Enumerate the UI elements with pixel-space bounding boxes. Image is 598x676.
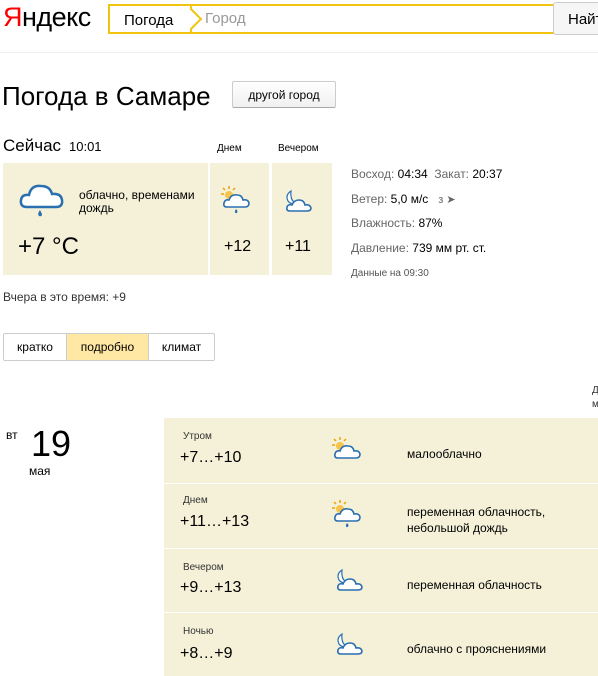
page-title: Погода в Самаре [2, 81, 211, 111]
forecast-tabs: кратко подробно климат [3, 333, 215, 361]
tab-short[interactable]: кратко [4, 334, 67, 360]
tab-climate[interactable]: климат [149, 334, 214, 360]
column-day-label: Днем [217, 143, 242, 154]
partly-cloudy-rain-icon [332, 500, 361, 528]
forecast-temp: +8…+9 [180, 645, 233, 662]
header-divider [0, 52, 598, 53]
forecast-description: малооблачно [407, 447, 482, 461]
month: мая [29, 464, 51, 478]
other-city-button[interactable]: другой город [232, 81, 336, 108]
forecast-part: Днем [183, 495, 208, 506]
yandex-logo[interactable]: Яндекс [3, 2, 91, 33]
forecast-part: Ночью [183, 626, 214, 637]
pressure-info: Давление: 739 мм рт. ст. [351, 241, 487, 255]
forecast-temp: +9…+13 [180, 579, 242, 596]
current-temperature: +7 °C [18, 233, 79, 260]
partly-cloudy-icon [332, 437, 361, 459]
forecast-part: Утром [183, 431, 212, 442]
day-temperature: +12 [224, 238, 252, 255]
moon-cloud-icon [337, 568, 363, 591]
row-divider [164, 548, 598, 549]
yesterday-temperature: Вчера в это время: +9 [3, 290, 126, 304]
day-number: 19 [31, 423, 72, 464]
forecast-description: переменная облачность [407, 578, 542, 592]
cloud-rain-icon [19, 184, 64, 217]
now-label: Сейчас [3, 136, 62, 155]
find-button[interactable]: Найт [553, 2, 598, 35]
clipped-text: Д м [592, 385, 598, 410]
evening-temperature: +11 [285, 238, 311, 255]
moon-cloud-icon [337, 632, 363, 655]
wind-direction: з ➤ [438, 194, 456, 206]
data-timestamp: Данные на 09:30 [351, 268, 429, 279]
forecast-temp: +7…+10 [180, 449, 242, 466]
partly-cloudy-rain-icon [221, 186, 250, 214]
forecast-part: Вечером [183, 562, 224, 573]
moon-cloud-icon [286, 189, 312, 212]
wind-info: Ветер: 5,0 м/с з ➤ [351, 192, 456, 206]
sunrise-sunset: Восход: 04:34 Закат: 20:37 [351, 167, 503, 181]
row-divider [164, 612, 598, 613]
humidity-info: Влажность: 87% [351, 216, 443, 230]
day-weather-card [210, 163, 269, 275]
weekday: вт [6, 428, 18, 442]
search-input[interactable]: Город [205, 10, 246, 27]
forecast-temp: +11…+13 [180, 513, 250, 530]
now-time: 10:01 [69, 139, 102, 154]
column-evening-label: Вечером [278, 143, 319, 154]
evening-weather-card [272, 163, 332, 275]
current-description: облачно, временами дождь [79, 188, 195, 215]
forecast-description: переменная облачность, небольшой дождь [407, 505, 546, 535]
row-divider [164, 483, 598, 484]
forecast-description: облачно с прояснениями [407, 642, 547, 656]
tab-detailed[interactable]: подробно [67, 334, 149, 360]
search-tab-weather[interactable]: Погода [108, 4, 192, 34]
